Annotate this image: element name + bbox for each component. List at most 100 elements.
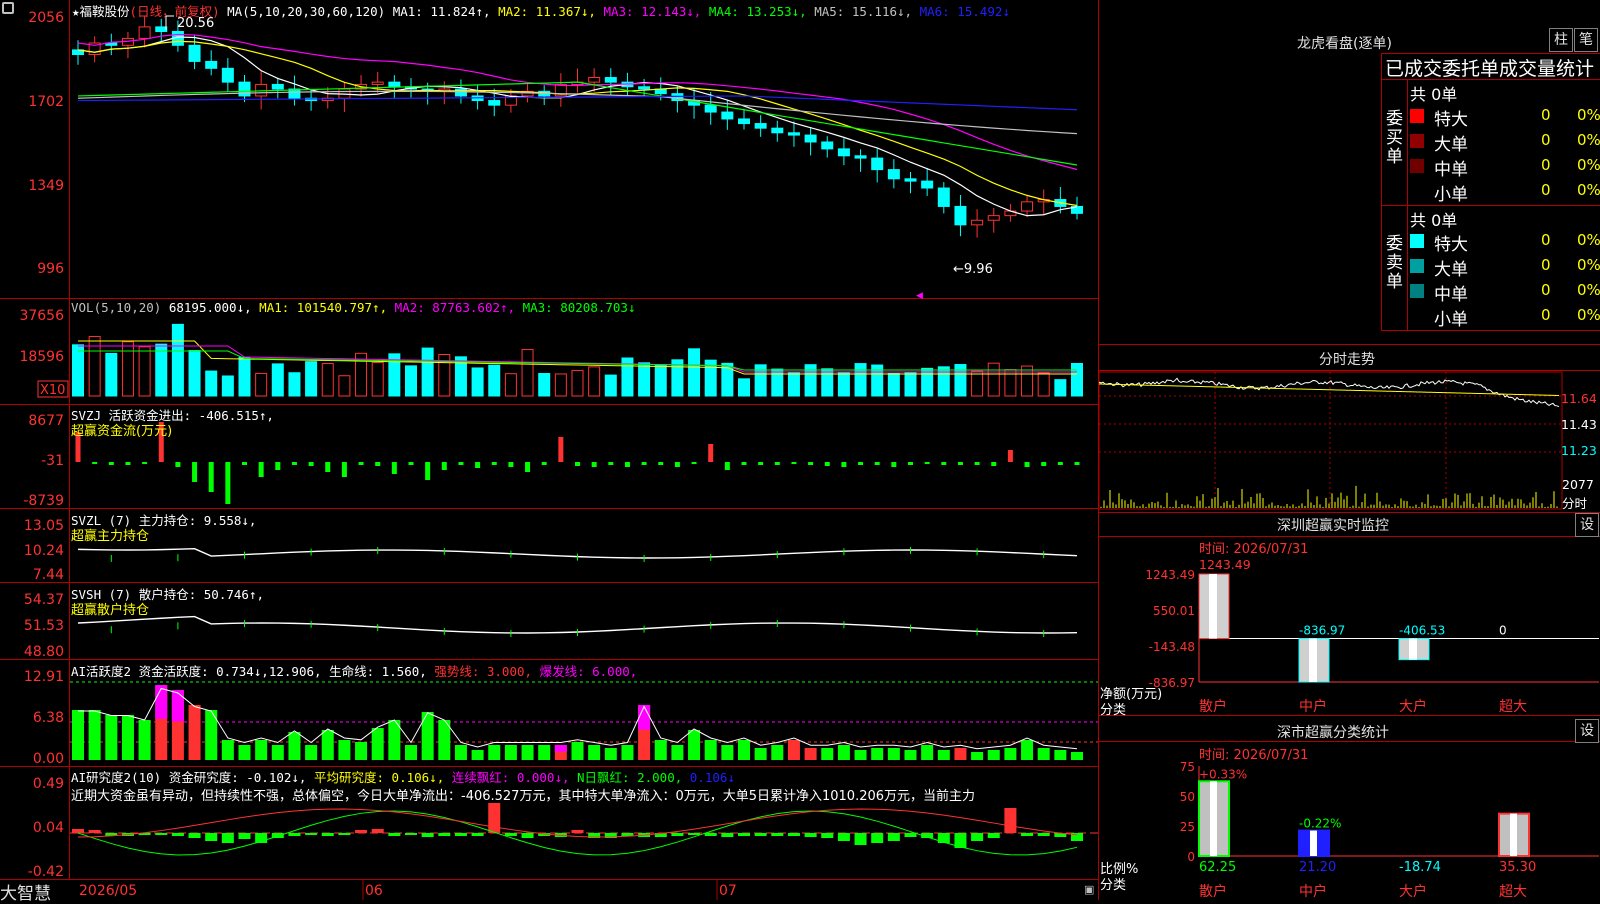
fund-flow-bar bbox=[142, 462, 148, 464]
classify-axis-label: 75 bbox=[1180, 760, 1195, 774]
activity-bar bbox=[571, 742, 584, 760]
monitor-xlabel: 分类 bbox=[1100, 703, 1127, 718]
research-bar bbox=[471, 833, 484, 836]
buy-count: 0 bbox=[1541, 106, 1551, 124]
price-axis-label: 996 bbox=[37, 261, 64, 277]
activity-bar bbox=[771, 745, 784, 760]
activity-bar bbox=[105, 715, 118, 760]
activity-bar bbox=[471, 750, 484, 760]
fund-flow-bar bbox=[275, 462, 281, 470]
volume-bar bbox=[654, 364, 667, 397]
stock-name[interactable]: 福鞍股份 bbox=[80, 4, 130, 19]
buy-orders-label: 委买单 bbox=[1386, 109, 1403, 167]
classify-settings-button[interactable]: 设 bbox=[1575, 719, 1599, 743]
color-swatch bbox=[1410, 234, 1424, 248]
color-swatch bbox=[1410, 134, 1424, 148]
activity-bar bbox=[837, 745, 850, 760]
fund-flow-bar bbox=[608, 462, 614, 465]
ai1-activity: AI活跃度2 资金活跃度: 0.734↓, bbox=[71, 664, 269, 679]
fund-flow-bar bbox=[475, 462, 481, 468]
ai2-axis-label: -0.42 bbox=[28, 864, 64, 880]
sell-row: 大单 0 0% bbox=[1410, 255, 1600, 280]
price-axis-label: 1702 bbox=[28, 94, 64, 110]
buy-name: 中单 bbox=[1434, 160, 1468, 180]
activity-bar bbox=[1004, 748, 1017, 760]
fund-flow-bar bbox=[591, 462, 597, 467]
fund-flow-bar bbox=[92, 462, 98, 464]
research-bar bbox=[837, 833, 850, 841]
star-icon[interactable]: ★ bbox=[72, 4, 80, 19]
volume-bar bbox=[238, 356, 251, 397]
fund-flow-bar bbox=[824, 462, 830, 466]
candle-body bbox=[821, 141, 834, 150]
svzl-axis-label: 10.24 bbox=[24, 543, 64, 559]
sell-count: 0 bbox=[1541, 256, 1551, 274]
activity-bar bbox=[937, 750, 950, 760]
buy-rows: 特大 0 0% 大单 0 0% 中单 0 0% 小单 0 0% bbox=[1410, 105, 1600, 205]
fund-flow-bar bbox=[508, 462, 514, 467]
candle-body bbox=[638, 86, 651, 90]
volume-bar bbox=[754, 364, 767, 397]
candle-body bbox=[987, 215, 1000, 221]
volume-bar bbox=[271, 363, 284, 397]
monitor-bar-highlight bbox=[1209, 574, 1217, 639]
app-logo: 大智慧 bbox=[0, 884, 51, 904]
fund-flow-bar bbox=[258, 462, 264, 477]
activity-bar bbox=[355, 742, 368, 760]
research-bar bbox=[88, 830, 101, 833]
fund-flow-bar bbox=[758, 462, 764, 465]
activity-bar bbox=[305, 745, 318, 760]
buy-count: 0 bbox=[1541, 156, 1551, 174]
research-bar bbox=[1021, 833, 1034, 836]
classify-value: 62.25 bbox=[1199, 860, 1236, 875]
ai1-v2: 12.906, bbox=[268, 664, 322, 679]
classify-category: 大户 bbox=[1399, 883, 1427, 900]
kline-chart-area[interactable]: 2056 1702 1349 996 37656 18596 8677 -31 … bbox=[0, 0, 1100, 900]
period-label: (日线，前复权) bbox=[129, 4, 220, 19]
ma6-line bbox=[77, 95, 1078, 111]
monitor-settings-button[interactable]: 设 bbox=[1575, 513, 1599, 537]
activity-bar bbox=[904, 750, 917, 760]
activity-bar bbox=[288, 732, 301, 760]
activity-bar bbox=[887, 748, 900, 760]
activity-bar bbox=[321, 730, 334, 760]
fund-flow-bar bbox=[192, 462, 198, 482]
menu-icon[interactable] bbox=[2, 2, 14, 14]
intraday-axis-label: 11.64 bbox=[1561, 391, 1597, 406]
sell-count: 0 bbox=[1541, 231, 1551, 249]
color-swatch bbox=[1410, 309, 1424, 323]
activity-bar bbox=[138, 720, 151, 760]
activity-bar bbox=[504, 745, 517, 760]
sell-row: 小单 0 0% bbox=[1410, 305, 1600, 330]
price-axis-label: 1349 bbox=[28, 178, 64, 194]
volume-bar bbox=[638, 362, 651, 397]
volume-bar bbox=[138, 346, 151, 397]
fund-flow-bar bbox=[125, 462, 131, 465]
svzj-axis-label: -8739 bbox=[23, 493, 64, 509]
volume-bar bbox=[1021, 365, 1034, 397]
ma-label: MA(5,10,20,30,60,120) bbox=[227, 4, 386, 19]
ai2-header: AI研究度2(10) 资金研究度: -0.102↓, 平均研究度: 0.106↓… bbox=[71, 767, 735, 786]
candle-body bbox=[371, 81, 384, 85]
fund-flow-bar bbox=[425, 462, 431, 480]
fund-flow-bar bbox=[624, 462, 630, 467]
research-bar bbox=[188, 833, 201, 838]
research-bar bbox=[388, 833, 401, 836]
research-bar bbox=[904, 833, 917, 837]
volume-bar bbox=[804, 364, 817, 397]
lock-icon[interactable]: ▣ bbox=[1084, 883, 1094, 896]
candle-body bbox=[721, 111, 734, 120]
date-label: 07 bbox=[719, 883, 737, 899]
research-bar bbox=[504, 833, 517, 836]
ai1-header: AI活跃度2 资金活跃度: 0.734↓,12.906, 生命线: 1.560,… bbox=[71, 661, 637, 680]
activity-bar bbox=[521, 745, 534, 760]
research-bar bbox=[987, 833, 1000, 838]
candle-body bbox=[155, 26, 168, 32]
volume-bar bbox=[538, 373, 551, 397]
activity-bar bbox=[954, 748, 967, 760]
buy-row: 小单 0 0% bbox=[1410, 180, 1600, 205]
activity-bar bbox=[671, 745, 684, 760]
volume-bar bbox=[738, 378, 750, 397]
research-bar bbox=[288, 833, 301, 836]
vol-value: 68195.000↓, bbox=[168, 300, 252, 315]
